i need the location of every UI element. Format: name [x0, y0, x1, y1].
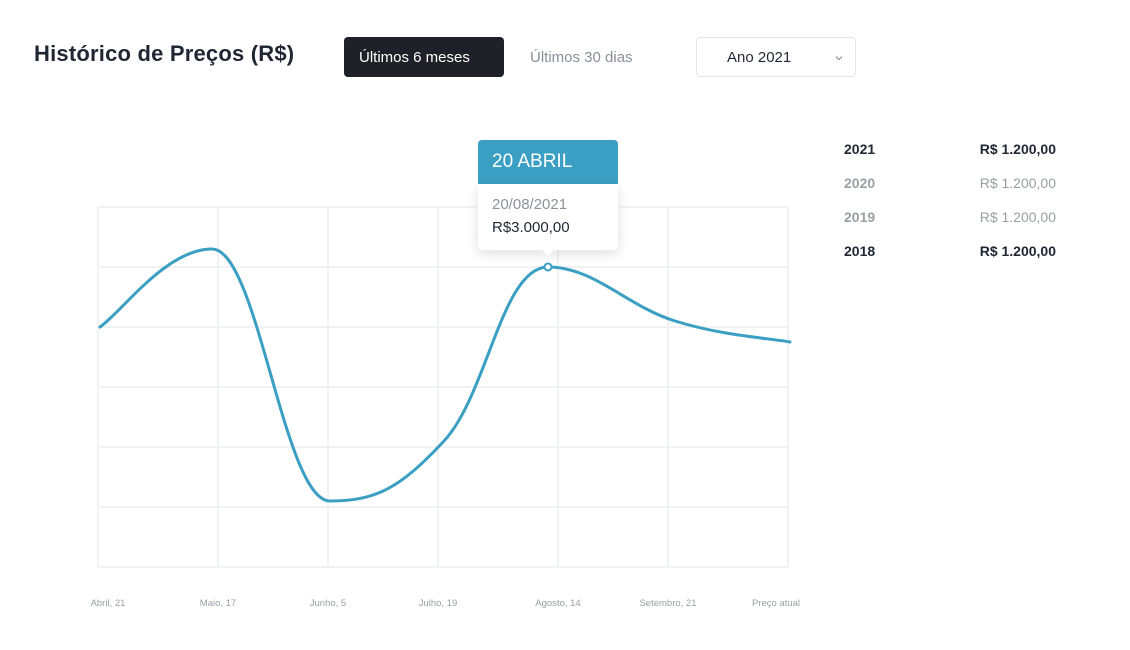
legend-row: 2018 R$ 1.200,00 — [844, 243, 1056, 277]
x-tick-label: Agosto, 14 — [535, 598, 580, 609]
chart-tooltip: 20 ABRIL 20/08/2021 R$3.000,00 — [478, 140, 618, 256]
legend-value: R$ 1.200,00 — [979, 243, 1056, 259]
legend-value: R$ 1.200,00 — [979, 209, 1056, 225]
legend-row: 2019 R$ 1.200,00 — [844, 209, 1056, 243]
legend-row: 2020 R$ 1.200,00 — [844, 175, 1056, 209]
legend-year: 2021 — [844, 141, 876, 157]
price-line — [98, 247, 792, 503]
legend-value: R$ 1.200,00 — [979, 141, 1056, 157]
x-tick-label: Junho, 5 — [310, 598, 346, 609]
legend-year: 2020 — [844, 175, 876, 191]
legend-year: 2019 — [844, 209, 876, 225]
tooltip-heading: 20 ABRIL — [478, 140, 618, 184]
legend-year: 2018 — [844, 243, 876, 259]
tooltip-date: 20/08/2021 — [492, 196, 568, 213]
x-tick-label: Preço atual — [752, 598, 800, 609]
highlight-point — [543, 262, 553, 272]
tooltip-body: 20/08/2021 R$3.000,00 — [478, 184, 618, 256]
tooltip-price: R$3.000,00 — [492, 219, 570, 236]
x-tick-label: Julho, 19 — [419, 598, 458, 609]
legend-value: R$ 1.200,00 — [979, 175, 1056, 191]
legend-row: 2021 R$ 1.200,00 — [844, 141, 1056, 175]
x-tick-label: Abril, 21 — [91, 598, 126, 609]
price-history-chart: Abril, 21 Maio, 17 Junho, 5 Julho, 19 Agosto… — [91, 206, 800, 609]
x-tick-label: Setembro, 21 — [639, 598, 696, 609]
tooltip-arrow — [542, 250, 554, 256]
x-tick-label: Maio, 17 — [200, 598, 236, 609]
yearly-price-legend: 2021 R$ 1.200,00 2020 R$ 1.200,00 2019 R… — [844, 141, 1056, 277]
